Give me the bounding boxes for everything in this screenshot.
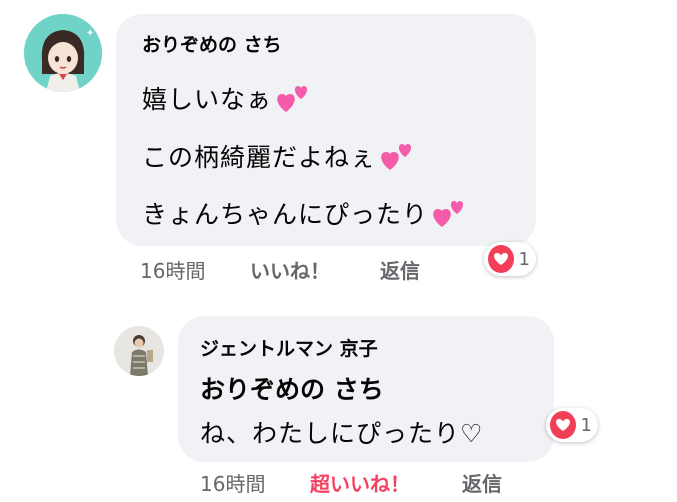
reply-button[interactable]: 返信 — [380, 255, 420, 284]
two-hearts-icon — [380, 142, 414, 178]
reply-author[interactable]: ジェントルマン 京子 — [200, 334, 378, 361]
reply-text: ね、わたしにぴったり♡ — [200, 419, 484, 448]
replier-avatar[interactable] — [114, 326, 164, 376]
reply-timestamp[interactable]: 16時間 — [200, 468, 265, 497]
comment-line: きょんちゃんにぴったり — [142, 195, 466, 235]
reaction-count: 1 — [518, 248, 530, 270]
two-hearts-icon — [432, 199, 466, 235]
svg-text:✦: ✦ — [86, 28, 94, 39]
reply-button[interactable]: 返信 — [462, 468, 502, 497]
like-button[interactable]: いいね！ — [250, 255, 330, 284]
mention-tag[interactable]: おりぞめの さち — [200, 370, 384, 406]
love-reaction-icon — [488, 245, 514, 273]
comment-line: 嬉しいなぁ — [142, 80, 310, 120]
comment-line: この柄綺麗だよねぇ — [142, 138, 414, 178]
two-hearts-icon — [276, 84, 310, 120]
comment-timestamp[interactable]: 16時間 — [140, 255, 205, 284]
super-like-button[interactable]: 超いいね！ — [310, 468, 410, 497]
anime-girl-avatar-icon: ✦ — [24, 14, 102, 92]
reaction-summary[interactable]: 1 — [484, 242, 536, 276]
reaction-summary[interactable]: 1 — [546, 408, 598, 442]
person-photo-avatar-icon — [114, 326, 164, 376]
commenter-avatar[interactable]: ✦ — [24, 14, 102, 92]
reaction-count: 1 — [580, 414, 592, 436]
comment-author[interactable]: おりぞめの さち — [142, 30, 282, 57]
love-reaction-icon — [550, 411, 576, 439]
